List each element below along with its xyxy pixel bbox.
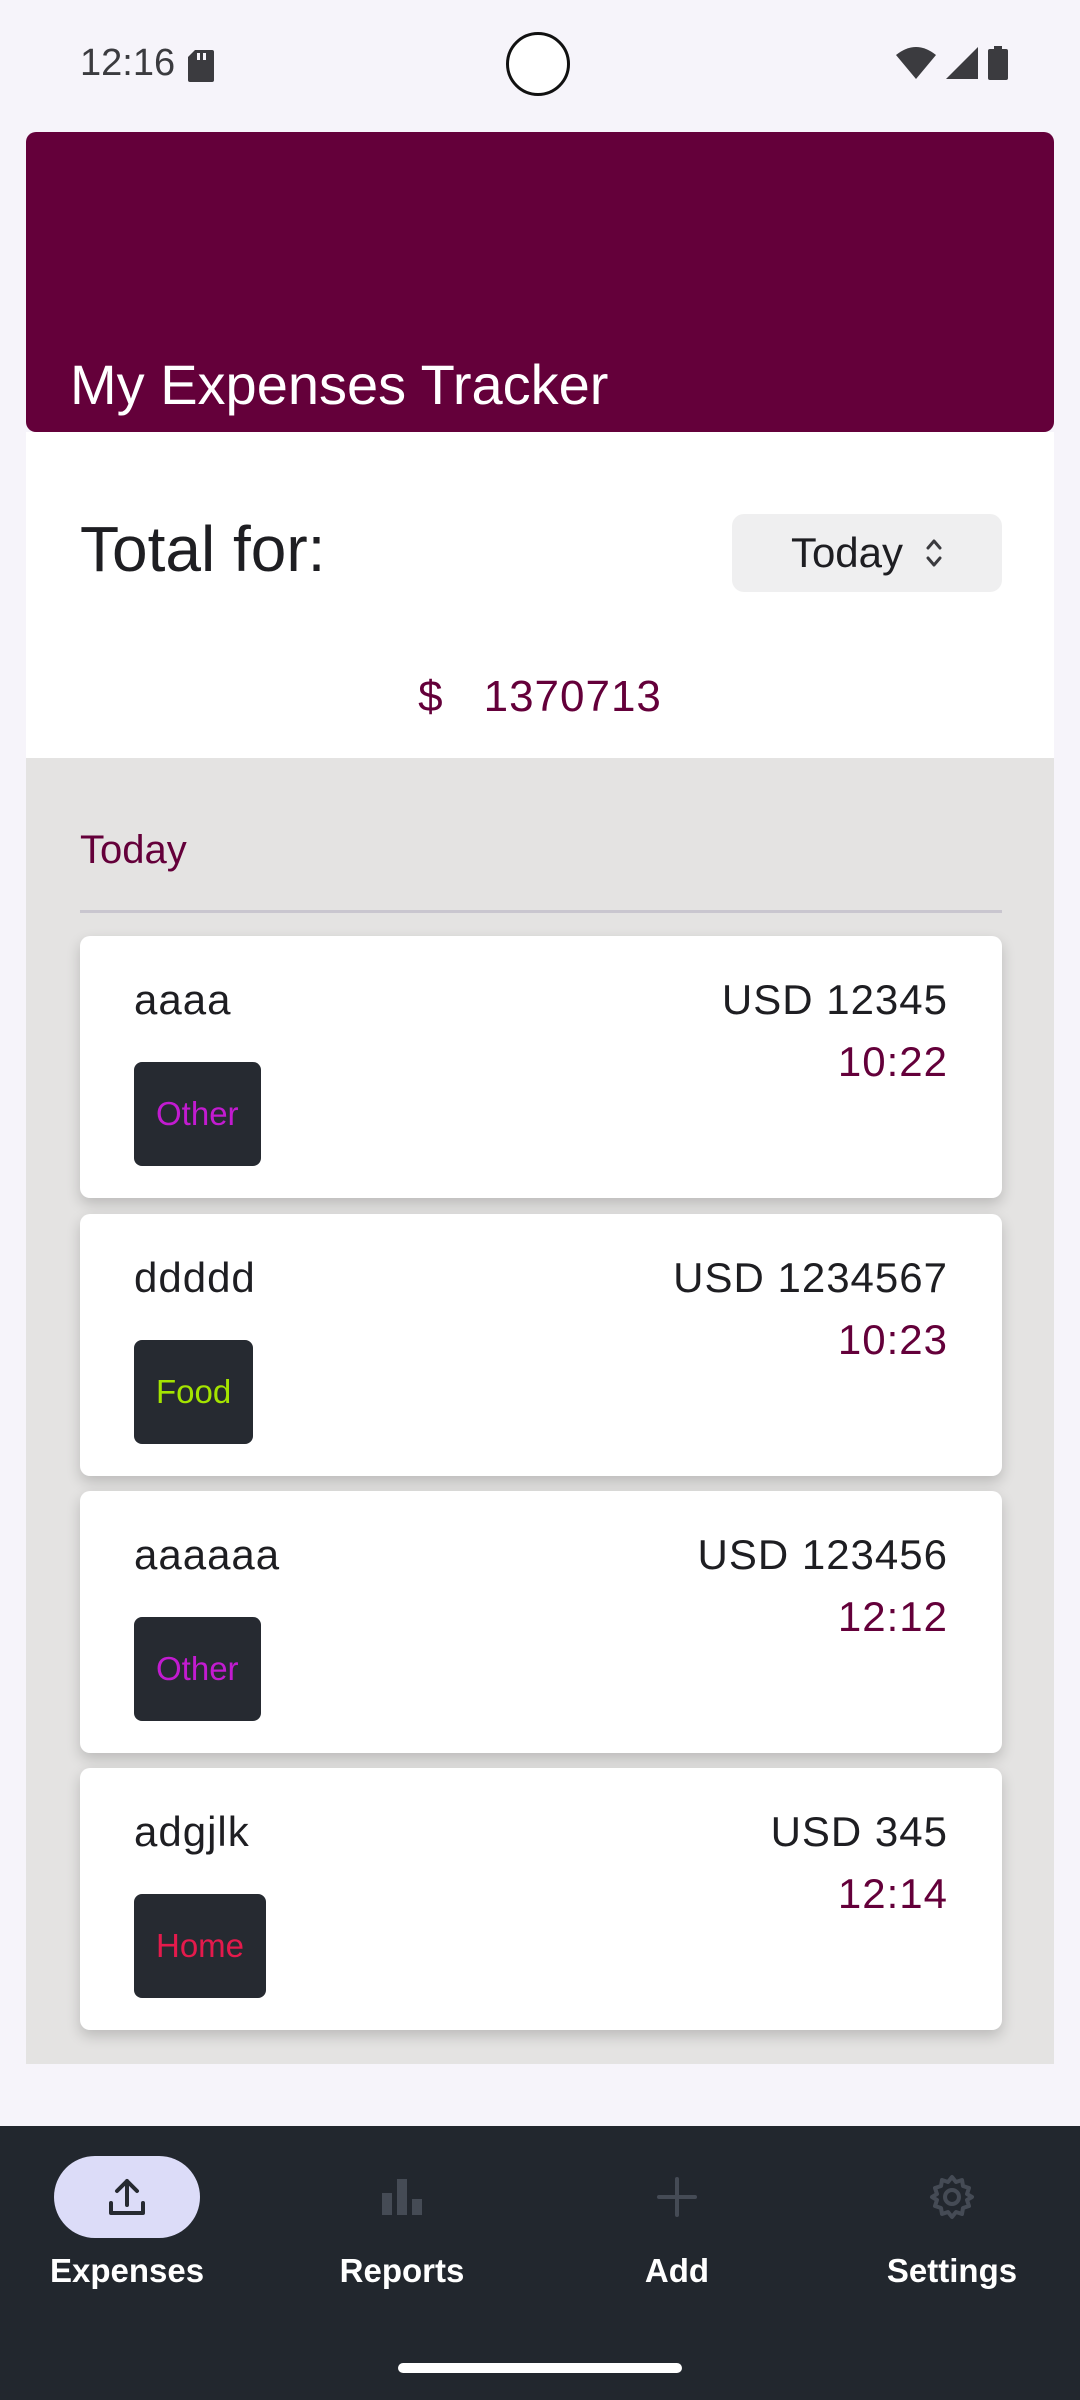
gear-icon bbox=[930, 2175, 974, 2219]
expense-amount: USD 12345 bbox=[721, 976, 948, 1023]
category-chip: Other bbox=[134, 1617, 261, 1721]
section-divider bbox=[80, 910, 1002, 913]
unfold-icon bbox=[926, 539, 942, 567]
category-chip: Other bbox=[134, 1062, 261, 1166]
status-icons bbox=[896, 46, 1008, 80]
nav-icon-container bbox=[604, 2156, 750, 2238]
period-dropdown[interactable]: Today bbox=[732, 514, 1002, 592]
expense-amount: USD 1234567 bbox=[673, 1254, 948, 1301]
expense-amount: USD 123456 bbox=[697, 1531, 948, 1578]
cell-signal-icon bbox=[946, 47, 978, 79]
nav-item-expenses[interactable]: Expenses bbox=[17, 2156, 237, 2290]
status-time: 12:16 bbox=[80, 42, 176, 84]
home-indicator[interactable] bbox=[398, 2363, 682, 2373]
period-value: Today bbox=[790, 529, 904, 576]
total-amount: $1370713 bbox=[26, 672, 1054, 722]
expense-card[interactable]: adgjlk USD 345 12:14 Home bbox=[80, 1768, 1002, 2030]
expense-name: ddddd bbox=[134, 1254, 256, 1301]
nav-label: Add bbox=[644, 2252, 710, 2289]
total-label: Total for: bbox=[80, 513, 326, 585]
bar-chart-icon bbox=[382, 2179, 422, 2215]
expense-time: 12:14 bbox=[837, 1870, 948, 1917]
expense-time: 10:22 bbox=[837, 1038, 948, 1085]
total-value: 1370713 bbox=[483, 672, 662, 721]
category-chip: Home bbox=[134, 1894, 267, 1998]
nav-item-reports[interactable]: Reports bbox=[292, 2156, 512, 2290]
total-panel: Total for: Today $1370713 bbox=[26, 432, 1054, 758]
wifi-icon bbox=[896, 47, 936, 79]
nav-item-settings[interactable]: Settings bbox=[842, 2156, 1062, 2290]
currency-symbol: $ bbox=[418, 672, 444, 721]
nav-icon-container bbox=[329, 2156, 475, 2238]
expense-list-panel: Today aaaa USD 12345 10:22 Other ddddd U… bbox=[26, 758, 1054, 2064]
expense-name: adgjlk bbox=[134, 1808, 250, 1855]
expense-amount: USD 345 bbox=[770, 1808, 948, 1855]
expense-time: 12:12 bbox=[837, 1593, 948, 1640]
upload-icon bbox=[109, 2179, 145, 2215]
expense-card[interactable]: aaaaaa USD 123456 12:12 Other bbox=[80, 1491, 1002, 1753]
expense-name: aaaa bbox=[134, 976, 232, 1023]
expense-card[interactable]: aaaa USD 12345 10:22 Other bbox=[80, 936, 1002, 1198]
section-title: Today bbox=[80, 828, 187, 872]
nav-label: Expenses bbox=[49, 2252, 205, 2289]
bottom-navigation: Expenses Reports Add Settings bbox=[0, 2126, 1080, 2400]
expense-name: aaaaaa bbox=[134, 1531, 281, 1578]
battery-icon bbox=[988, 46, 1008, 80]
nav-icon-container bbox=[879, 2156, 1025, 2238]
status-bar: 12:16 bbox=[0, 0, 1080, 132]
nav-active-indicator bbox=[54, 2156, 200, 2238]
expense-card[interactable]: ddddd USD 1234567 10:23 Food bbox=[80, 1214, 1002, 1476]
app-header: My Expenses Tracker bbox=[26, 132, 1054, 432]
expense-time: 10:23 bbox=[837, 1316, 948, 1363]
nav-label: Reports bbox=[339, 2252, 465, 2289]
nav-item-add[interactable]: Add bbox=[567, 2156, 787, 2290]
camera-cutout bbox=[506, 32, 570, 96]
category-chip: Food bbox=[134, 1340, 254, 1444]
list-bottom-strip bbox=[26, 2064, 1054, 2126]
plus-icon bbox=[657, 2177, 697, 2217]
sd-card-icon bbox=[188, 50, 214, 82]
nav-label: Settings bbox=[886, 2252, 1018, 2289]
app-title: My Expenses Tracker bbox=[70, 352, 609, 416]
